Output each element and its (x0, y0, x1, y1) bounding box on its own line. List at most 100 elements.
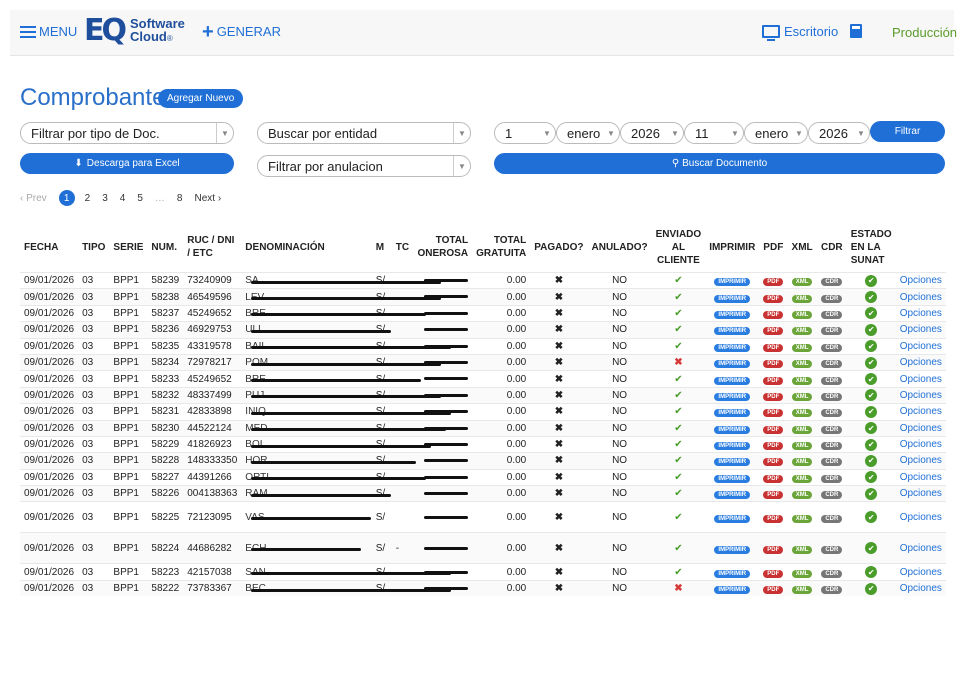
cdr-button[interactable]: CDR (821, 278, 843, 287)
pdf-button[interactable]: PDF (763, 545, 784, 554)
xml-button[interactable]: XML (791, 360, 813, 369)
pdf-button[interactable]: PDF (763, 491, 784, 500)
xml-button[interactable]: XML (791, 294, 813, 303)
xml-button[interactable]: XML (791, 343, 813, 352)
imprimir-button[interactable]: IMPRIMIR (714, 294, 751, 303)
imprimir-button[interactable]: IMPRIMIR (714, 392, 751, 401)
cdr-button[interactable]: CDR (821, 569, 843, 578)
prev-page-link[interactable]: ‹ Prev (20, 193, 47, 204)
cdr-button[interactable]: CDR (821, 327, 843, 336)
opciones-link[interactable]: Opciones (900, 324, 942, 335)
cdr-button[interactable]: CDR (821, 409, 843, 418)
to-year-select[interactable]: 2026 ▼ (808, 122, 870, 144)
pdf-button[interactable]: PDF (763, 425, 784, 434)
page-link-4[interactable]: 4 (120, 193, 126, 204)
pdf-button[interactable]: PDF (763, 278, 784, 287)
xml-button[interactable]: XML (791, 442, 813, 451)
xml-button[interactable]: XML (791, 491, 813, 500)
xml-button[interactable]: XML (791, 586, 813, 595)
imprimir-button[interactable]: IMPRIMIR (714, 442, 751, 451)
xml-button[interactable]: XML (791, 376, 813, 385)
escritorio-button[interactable]: Escritorio (762, 24, 838, 41)
xml-button[interactable]: XML (791, 458, 813, 467)
opciones-link[interactable]: Opciones (900, 455, 942, 466)
xml-button[interactable]: XML (791, 514, 813, 523)
imprimir-button[interactable]: IMPRIMIR (714, 474, 751, 483)
imprimir-button[interactable]: IMPRIMIR (714, 425, 751, 434)
cdr-button[interactable]: CDR (821, 310, 843, 319)
next-page-link[interactable]: Next › (194, 193, 221, 204)
opciones-link[interactable]: Opciones (900, 488, 942, 499)
xml-button[interactable]: XML (791, 545, 813, 554)
pdf-button[interactable]: PDF (763, 442, 784, 451)
buscar-documento-button[interactable]: ⚲ Buscar Documento (494, 153, 945, 174)
opciones-link[interactable]: Opciones (900, 583, 942, 594)
generar-button[interactable]: + GENERAR (202, 22, 281, 42)
opciones-link[interactable]: Opciones (900, 406, 942, 417)
tipo-doc-select[interactable]: Filtrar por tipo de Doc. ▼ (20, 122, 234, 144)
imprimir-button[interactable]: IMPRIMIR (714, 569, 751, 578)
xml-button[interactable]: XML (791, 409, 813, 418)
imprimir-button[interactable]: IMPRIMIR (714, 278, 751, 287)
agregar-nuevo-button[interactable]: Agregar Nuevo (158, 89, 244, 108)
xml-button[interactable]: XML (791, 310, 813, 319)
opciones-link[interactable]: Opciones (900, 357, 942, 368)
imprimir-button[interactable]: IMPRIMIR (714, 514, 751, 523)
pdf-button[interactable]: PDF (763, 360, 784, 369)
pdf-button[interactable]: PDF (763, 569, 784, 578)
to-month-select[interactable]: enero ▼ (744, 122, 808, 144)
logo[interactable]: EQ Software Cloud® (84, 16, 185, 46)
imprimir-button[interactable]: IMPRIMIR (714, 360, 751, 369)
cdr-button[interactable]: CDR (821, 442, 843, 451)
cdr-button[interactable]: CDR (821, 425, 843, 434)
pdf-button[interactable]: PDF (763, 409, 784, 418)
pdf-button[interactable]: PDF (763, 294, 784, 303)
entidad-select[interactable]: Buscar por entidad ▼ (257, 122, 471, 144)
opciones-link[interactable]: Opciones (900, 472, 942, 483)
page-link-3[interactable]: 3 (102, 193, 108, 204)
cdr-button[interactable]: CDR (821, 376, 843, 385)
page-link-1[interactable]: 1 (58, 190, 75, 206)
opciones-link[interactable]: Opciones (900, 292, 942, 303)
pdf-button[interactable]: PDF (763, 458, 784, 467)
to-day-select[interactable]: 11 ▼ (684, 122, 744, 144)
calculator-icon[interactable] (850, 24, 862, 38)
xml-button[interactable]: XML (791, 569, 813, 578)
opciones-link[interactable]: Opciones (900, 512, 942, 523)
cdr-button[interactable]: CDR (821, 343, 843, 352)
anulacion-select[interactable]: Filtrar por anulacion ▼ (257, 155, 471, 177)
pdf-button[interactable]: PDF (763, 376, 784, 385)
imprimir-button[interactable]: IMPRIMIR (714, 327, 751, 336)
from-day-select[interactable]: 1 ▼ (494, 122, 556, 144)
opciones-link[interactable]: Opciones (900, 308, 942, 319)
pdf-button[interactable]: PDF (763, 586, 784, 595)
cdr-button[interactable]: CDR (821, 458, 843, 467)
cdr-button[interactable]: CDR (821, 360, 843, 369)
imprimir-button[interactable]: IMPRIMIR (714, 586, 751, 595)
imprimir-button[interactable]: IMPRIMIR (714, 376, 751, 385)
cdr-button[interactable]: CDR (821, 294, 843, 303)
opciones-link[interactable]: Opciones (900, 439, 942, 450)
xml-button[interactable]: XML (791, 425, 813, 434)
xml-button[interactable]: XML (791, 327, 813, 336)
page-link-5[interactable]: 5 (137, 193, 143, 204)
from-month-select[interactable]: enero ▼ (556, 122, 620, 144)
from-year-select[interactable]: 2026 ▼ (620, 122, 684, 144)
xml-button[interactable]: XML (791, 474, 813, 483)
imprimir-button[interactable]: IMPRIMIR (714, 409, 751, 418)
cdr-button[interactable]: CDR (821, 491, 843, 500)
imprimir-button[interactable]: IMPRIMIR (714, 491, 751, 500)
menu-button[interactable]: MENU (20, 24, 77, 39)
pdf-button[interactable]: PDF (763, 310, 784, 319)
imprimir-button[interactable]: IMPRIMIR (714, 458, 751, 467)
opciones-link[interactable]: Opciones (900, 423, 942, 434)
excel-button[interactable]: ⬇ Descarga para Excel (20, 153, 234, 174)
opciones-link[interactable]: Opciones (900, 275, 942, 286)
cdr-button[interactable]: CDR (821, 514, 843, 523)
pdf-button[interactable]: PDF (763, 474, 784, 483)
opciones-link[interactable]: Opciones (900, 543, 942, 554)
opciones-link[interactable]: Opciones (900, 390, 942, 401)
page-link-2[interactable]: 2 (85, 193, 91, 204)
pdf-button[interactable]: PDF (763, 343, 784, 352)
pdf-button[interactable]: PDF (763, 327, 784, 336)
